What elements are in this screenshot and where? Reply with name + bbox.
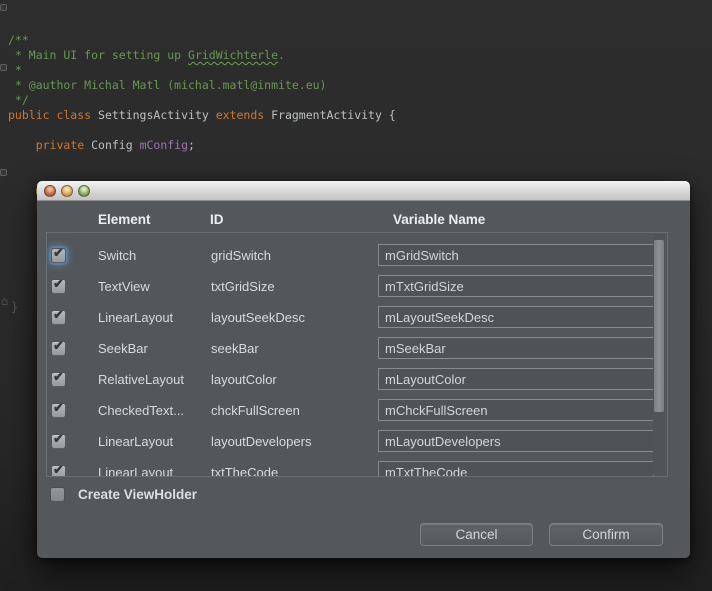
cancel-button[interactable]: Cancel [420, 523, 533, 546]
fold-region-icon: ⌂ [1, 294, 8, 309]
confirm-button[interactable]: Confirm [549, 523, 663, 546]
column-header-variable-name: Variable Name [393, 212, 485, 227]
column-header-element: Element [98, 212, 151, 227]
table-row: ✔ SeekBar seekBar [47, 333, 667, 364]
row-checkbox[interactable]: ✔ [51, 403, 66, 418]
code-line: public class SettingsActivity extends Fr… [8, 108, 712, 123]
checkmark-icon: ✔ [53, 307, 64, 323]
variable-name-input[interactable] [378, 306, 654, 328]
cell-id: layoutDevelopers [211, 434, 371, 449]
variable-name-input[interactable] [378, 399, 654, 421]
table-scrollbar-thumb[interactable] [654, 240, 664, 412]
dialog-titlebar[interactable] [37, 181, 690, 201]
variable-name-input[interactable] [378, 244, 654, 266]
checkmark-icon: ✔ [53, 400, 64, 416]
cell-element: Switch [98, 248, 204, 263]
column-header-id: ID [210, 212, 224, 227]
window-zoom-icon[interactable] [78, 185, 90, 197]
variable-name-input[interactable] [378, 430, 654, 452]
cell-id: seekBar [211, 341, 371, 356]
code-line: * @author Michal Matl (michal.matl@inmit… [8, 78, 712, 93]
table-row: ✔ LinearLayout layoutSeekDesc [47, 302, 667, 333]
cell-element: LinearLayout [98, 465, 204, 477]
field-generation-dialog: Element ID Variable Name ✔ Switch gridSwit… [37, 181, 690, 558]
brace-glyph: } [11, 300, 18, 315]
table-row: ✔ RelativeLayout layoutColor [47, 364, 667, 395]
row-checkbox[interactable]: ✔ [51, 434, 66, 449]
cell-id: txtGridSize [211, 279, 371, 294]
code-line [8, 153, 712, 168]
row-checkbox[interactable]: ✔ [51, 465, 66, 477]
cell-id: txtTheCode [211, 465, 371, 477]
row-checkbox[interactable]: ✔ [51, 279, 66, 294]
create-viewholder-label: Create ViewHolder [78, 487, 197, 502]
cell-element: TextView [98, 279, 204, 294]
cell-id: layoutSeekDesc [211, 310, 371, 325]
code-line: * Main UI for setting up GridWichterle. [8, 48, 712, 63]
table-row: ✔ LinearLayout txtTheCode [47, 457, 667, 477]
table-row: ✔ TextView txtGridSize [47, 271, 667, 302]
table-row: ✔ CheckedText... chckFullScreen [47, 395, 667, 426]
code-line [8, 123, 712, 138]
row-checkbox[interactable]: ✔ [51, 248, 66, 263]
table-scrollbar-track[interactable] [653, 234, 665, 475]
table-rows: ✔ Switch gridSwitch ✔ TextView txtGridSize ✔ Li… [47, 233, 667, 477]
fold-marker-icon[interactable] [0, 4, 7, 11]
table-row: ✔ LinearLayout layoutDevelopers [47, 426, 667, 457]
variable-name-input[interactable] [378, 461, 654, 477]
cell-element: CheckedText... [98, 403, 204, 418]
variable-name-input[interactable] [378, 337, 654, 359]
variable-name-input[interactable] [378, 275, 654, 297]
checkmark-icon: ✔ [53, 369, 64, 385]
checkmark-icon: ✔ [53, 245, 64, 261]
create-viewholder-checkbox[interactable] [50, 487, 65, 502]
fold-marker-icon[interactable] [0, 169, 7, 176]
cell-id: layoutColor [211, 372, 371, 387]
checkmark-icon: ✔ [53, 338, 64, 354]
cell-element: LinearLayout [98, 434, 204, 449]
row-checkbox[interactable]: ✔ [51, 310, 66, 325]
checkmark-icon: ✔ [53, 462, 64, 477]
row-checkbox[interactable]: ✔ [51, 341, 66, 356]
row-checkbox[interactable]: ✔ [51, 372, 66, 387]
cell-element: RelativeLayout [98, 372, 204, 387]
table-row: ✔ Switch gridSwitch [47, 240, 667, 271]
variable-name-input[interactable] [378, 368, 654, 390]
code-line: /** [8, 33, 712, 48]
checkmark-icon: ✔ [53, 276, 64, 292]
cell-element: LinearLayout [98, 310, 204, 325]
code-line: */ [8, 93, 712, 108]
window-close-icon[interactable] [44, 185, 56, 197]
code-line: * [8, 63, 712, 78]
code-line: private Config mConfig; [8, 138, 712, 153]
cell-id: gridSwitch [211, 248, 371, 263]
window-minimize-icon[interactable] [61, 185, 73, 197]
elements-table: ✔ Switch gridSwitch ✔ TextView txtGridSize ✔ Li… [46, 232, 668, 477]
cell-id: chckFullScreen [211, 403, 371, 418]
checkmark-icon: ✔ [53, 431, 64, 447]
fold-marker-icon[interactable] [0, 64, 7, 71]
cell-element: SeekBar [98, 341, 204, 356]
